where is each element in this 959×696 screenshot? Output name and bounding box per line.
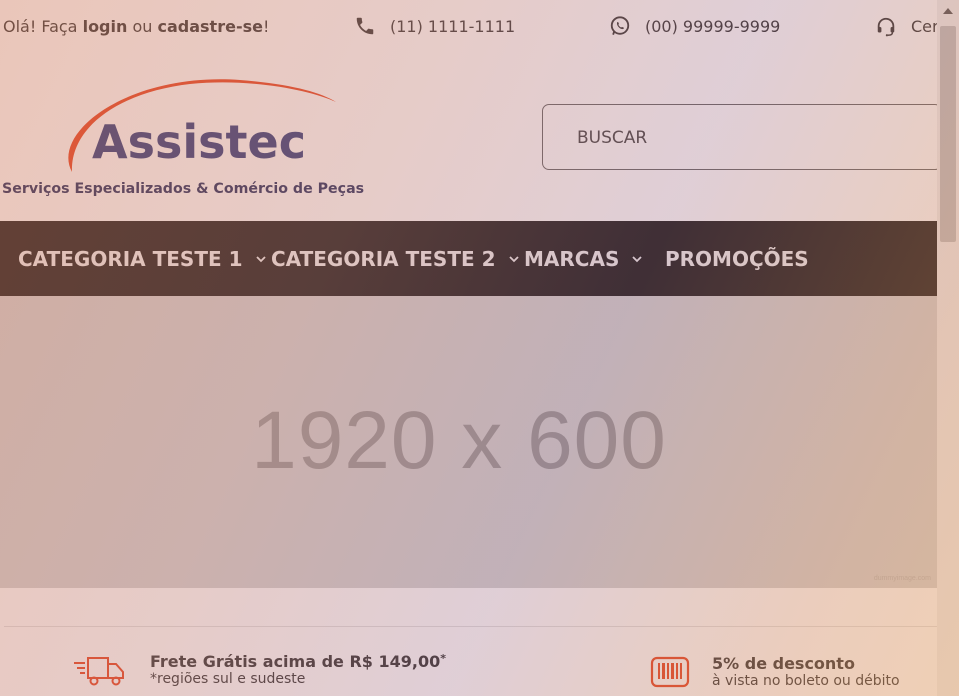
phone-number: (11) 1111-1111 [390, 16, 516, 36]
top-bar: Olá! Faça login ou cadastre-se! (11) 111… [0, 0, 937, 54]
section-divider [4, 626, 937, 627]
search-box[interactable] [542, 104, 937, 170]
phone-icon [354, 15, 376, 37]
benefit-free-shipping: Frete Grátis acima de R$ 149,00* *regiõe… [72, 652, 446, 688]
chevron-down-icon [508, 253, 520, 265]
search-input[interactable] [575, 127, 909, 149]
nav-item-label: PROMOÇÕES [665, 246, 809, 271]
support-contact[interactable]: Cer [875, 15, 937, 37]
truck-icon [72, 652, 126, 688]
nav-item-label: MARCAS [524, 246, 620, 271]
scrollbar-thumb[interactable] [940, 26, 956, 242]
nav-item-marcas[interactable]: MARCAS [524, 221, 643, 296]
benefit-subtitle: *regiões sul e sudeste [150, 671, 306, 687]
support-label: Cer [911, 16, 937, 36]
whatsapp-number: (00) 99999-9999 [645, 16, 781, 36]
nav-item-promocoes[interactable]: PROMOÇÕES [665, 221, 809, 296]
barcode-icon [650, 654, 690, 690]
greeting-suffix: ! [262, 17, 270, 36]
site-logo[interactable]: Assistec Serviços Especializados & Comér… [0, 72, 385, 202]
benefit-title-text: Frete Grátis acima de R$ 149,00 [150, 652, 441, 671]
chevron-down-icon [255, 253, 267, 265]
benefit-title: 5% de desconto [712, 654, 855, 673]
nav-item-categoria-teste-1[interactable]: CATEGORIA TESTE 1 [18, 221, 267, 296]
benefit-title-mark: * [440, 652, 446, 665]
scroll-up-arrow-icon[interactable] [943, 8, 953, 14]
page: Olá! Faça login ou cadastre-se! (11) 111… [0, 0, 937, 696]
chevron-down-icon [631, 253, 643, 265]
banner-placeholder-text: 1920 x 600 [251, 395, 667, 486]
greeting: Olá! Faça login ou cadastre-se! [3, 17, 269, 36]
benefit-subtitle: à vista no boleto ou débito [712, 673, 900, 689]
headset-icon [875, 15, 897, 37]
logo-tagline: Serviços Especializados & Comércio de Pe… [2, 181, 364, 197]
main-nav: CATEGORIA TESTE 1 CATEGORIA TESTE 2 MARC… [0, 221, 937, 296]
whatsapp-icon [609, 15, 631, 37]
logo-name: Assistec [92, 115, 306, 169]
hero-banner[interactable]: 1920 x 600 dummyimage.com [0, 296, 937, 588]
nav-item-label: CATEGORIA TESTE 1 [18, 246, 243, 271]
benefit-discount: 5% de desconto à vista no boleto ou débi… [650, 654, 900, 690]
greeting-or: ou [127, 17, 158, 36]
banner-credit: dummyimage.com [873, 575, 931, 582]
vertical-scrollbar[interactable] [937, 0, 959, 696]
phone-contact[interactable]: (11) 1111-1111 [354, 15, 515, 37]
nav-item-categoria-teste-2[interactable]: CATEGORIA TESTE 2 [271, 221, 520, 296]
greeting-prefix: Olá! Faça [3, 17, 83, 36]
benefit-title: Frete Grátis acima de R$ 149,00* [150, 652, 446, 671]
whatsapp-contact[interactable]: (00) 99999-9999 [609, 15, 780, 37]
register-link[interactable]: cadastre-se [158, 17, 263, 36]
login-link[interactable]: login [83, 17, 128, 36]
nav-item-label: CATEGORIA TESTE 2 [271, 246, 496, 271]
